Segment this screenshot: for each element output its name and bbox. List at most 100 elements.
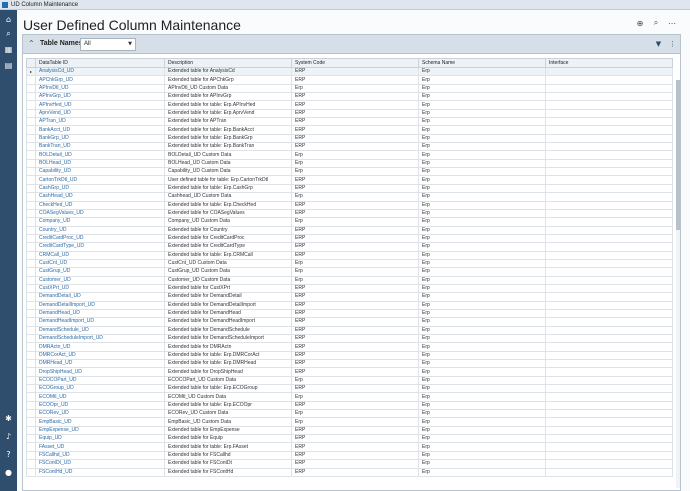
row-selector[interactable] xyxy=(26,167,36,177)
table-row[interactable]: ECOOpr_UD Extended table for table: Erp.E… xyxy=(26,400,673,411)
table-row[interactable]: BankTran_UD Extended table for table: Erp… xyxy=(26,142,673,152)
datatable-id-link[interactable]: Equip_UD xyxy=(35,434,165,444)
row-selector[interactable] xyxy=(26,267,36,277)
table-row[interactable]: DemandSchedule_UD Extended table for Dema… xyxy=(26,325,673,336)
datatable-id-link[interactable]: EmpExpense_UD xyxy=(35,425,165,436)
datatable-id-link[interactable]: COASegValues_UD xyxy=(35,208,165,219)
table-row[interactable]: CreditCardType_UD Extended table for Cred… xyxy=(26,242,673,252)
row-selector[interactable] xyxy=(26,150,36,160)
table-row[interactable]: CheckHed_UD Extended table for table: Erp… xyxy=(26,200,673,210)
table-row[interactable]: CashHead_UD Cashhead_UD Custom Data Erp Erp xyxy=(26,192,673,202)
row-selector[interactable] xyxy=(26,250,36,260)
grid-icon[interactable]: ▦ xyxy=(3,44,14,55)
row-selector[interactable] xyxy=(26,442,36,452)
table-row[interactable]: CustCnt_UD CustCnt_UD Custom Data Erp Erp xyxy=(26,258,673,269)
table-names-filter-select[interactable]: All ▼ xyxy=(80,38,136,51)
row-selector[interactable] xyxy=(26,117,36,127)
row-selector[interactable] xyxy=(26,450,36,461)
table-row[interactable]: ▸ AnalysisCd_UD Extended table for Analysi… xyxy=(26,66,673,77)
datatable-id-link[interactable]: CustGrup_UD xyxy=(35,267,165,277)
table-row[interactable]: CartonTrkDtl_UD User defined table for ta… xyxy=(26,175,673,185)
datatable-id-link[interactable]: CustXPrt_UD xyxy=(35,283,165,294)
datatable-id-link[interactable]: DMRActn_UD xyxy=(35,342,165,352)
row-selector[interactable] xyxy=(26,400,36,411)
row-selector[interactable] xyxy=(26,308,36,319)
table-row[interactable]: APInvGrp_UD Extended table for APInvGrp ER… xyxy=(26,92,673,102)
datatable-id-link[interactable]: DMRCorAct_UD xyxy=(35,350,165,361)
datatable-id-link[interactable]: BankAcct_UD xyxy=(35,125,165,135)
column-header[interactable]: Description xyxy=(164,58,292,68)
table-row[interactable]: DemandDetail_UD Extended table for Demand… xyxy=(26,292,673,302)
table-row[interactable]: Capability_UD Capability_UD Custom Data Er… xyxy=(26,167,673,177)
datatable-id-link[interactable]: FSCallhd_UD xyxy=(35,450,165,461)
datatable-id-link[interactable]: CustCnt_UD xyxy=(35,258,165,269)
datatable-id-link[interactable]: CartonTrkDtl_UD xyxy=(35,175,165,185)
table-row[interactable]: DropShipHead_UD Extended table for DropSh… xyxy=(26,367,673,377)
row-selector[interactable] xyxy=(26,317,36,327)
datatable-id-link[interactable]: BankGrp_UD xyxy=(35,133,165,144)
table-row[interactable]: ECOGroup_UD Extended table for table: Erp… xyxy=(26,384,673,394)
table-row[interactable]: DemandHead_UD Extended table for DemandHe… xyxy=(26,308,673,319)
row-selector[interactable] xyxy=(26,417,36,427)
row-selector[interactable] xyxy=(26,175,36,185)
datatable-id-link[interactable]: BankTran_UD xyxy=(35,142,165,152)
table-row[interactable]: CustGrup_UD CustGrup_UD Custom Data Erp Erp xyxy=(26,267,673,277)
table-row[interactable]: DemandDetailImport_UD Extended table for … xyxy=(26,300,673,310)
vertical-scrollbar[interactable] xyxy=(676,80,680,488)
datatable-id-link[interactable]: DemandHeadImport_UD xyxy=(35,317,165,327)
column-header[interactable]: System Code xyxy=(291,58,419,68)
row-selector[interactable] xyxy=(26,292,36,302)
row-selector[interactable] xyxy=(26,100,36,110)
datatable-id-link[interactable]: APTran_UD xyxy=(35,117,165,127)
row-selector[interactable] xyxy=(26,208,36,219)
datatable-id-link[interactable]: ECOOpr_UD xyxy=(35,400,165,411)
datatable-id-link[interactable]: DMRHead_UD xyxy=(35,359,165,369)
row-selector[interactable] xyxy=(26,75,36,85)
table-row[interactable]: DemandScheduleImport_UD Extended table fo… xyxy=(26,333,673,344)
table-row[interactable]: APInvHed_UD Extended table for table: Erp… xyxy=(26,100,673,110)
table-row[interactable]: FSContHd_UD Extended table for FSContHd ER… xyxy=(26,467,673,477)
table-row[interactable]: FSCallhd_UD Extended table for FSCallhd ER… xyxy=(26,450,673,461)
table-row[interactable]: DemandHeadImport_UD Extended table for De… xyxy=(26,317,673,327)
row-selector[interactable] xyxy=(26,375,36,386)
dashboard-icon[interactable]: ▤ xyxy=(3,60,14,71)
row-selector[interactable] xyxy=(26,350,36,361)
more-icon[interactable]: ⋯ xyxy=(667,18,677,28)
datatable-id-link[interactable]: BOLDetail_UD xyxy=(35,150,165,160)
row-selector[interactable] xyxy=(26,409,36,419)
filter-icon[interactable]: ▼ xyxy=(654,39,663,49)
row-selector[interactable] xyxy=(26,333,36,344)
row-selector[interactable] xyxy=(26,83,36,94)
datatable-id-link[interactable]: CreditCardProc_UD xyxy=(35,233,165,244)
table-row[interactable]: EmpExpense_UD Extended table for EmpExpen… xyxy=(26,425,673,436)
datatable-id-link[interactable]: EmpBasic_UD xyxy=(35,417,165,427)
datatable-id-link[interactable]: APInvGrp_UD xyxy=(35,92,165,102)
datatable-id-link[interactable]: CreditCardType_UD xyxy=(35,242,165,252)
datatable-id-link[interactable]: BOLHead_UD xyxy=(35,158,165,169)
table-row[interactable]: Equip_UD Extended table for Equip ERP Erp xyxy=(26,434,673,444)
table-row[interactable]: Company_UD Company_UD Custom Data Erp Erp xyxy=(26,217,673,227)
datatable-id-link[interactable]: APInvHed_UD xyxy=(35,100,165,110)
row-selector[interactable] xyxy=(26,425,36,436)
datatable-id-link[interactable]: CheckHed_UD xyxy=(35,200,165,210)
column-header[interactable]: Interface xyxy=(545,58,673,68)
datatable-id-link[interactable]: DemandDetailImport_UD xyxy=(35,300,165,310)
search-icon[interactable]: ⌕ xyxy=(651,18,661,28)
row-selector[interactable] xyxy=(26,133,36,144)
datatable-id-link[interactable]: Country_UD xyxy=(35,225,165,235)
table-row[interactable]: APTran_UD Extended table for APTran ERP Erp xyxy=(26,117,673,127)
row-selector[interactable] xyxy=(26,258,36,269)
column-header[interactable]: Schema Name xyxy=(418,58,546,68)
table-row[interactable]: CustXPrt_UD Extended table for CustXPrt ER… xyxy=(26,283,673,294)
bell-icon[interactable]: ♪ xyxy=(3,431,14,442)
datatable-id-link[interactable]: FSContHd_UD xyxy=(35,467,165,477)
datatable-id-link[interactable]: ECOMtl_UD xyxy=(35,392,165,402)
row-selector[interactable] xyxy=(26,183,36,194)
table-row[interactable]: APChkGrp_UD Extended table for APChkGrp ER… xyxy=(26,75,673,85)
datatable-id-link[interactable]: ECOCOPart_UD xyxy=(35,375,165,386)
row-selector[interactable] xyxy=(26,217,36,227)
row-selector[interactable] xyxy=(26,459,36,469)
table-row[interactable]: COASegValues_UD Extended table for COASeg… xyxy=(26,208,673,219)
table-row[interactable]: CashGrp_UD Extended table for table: Erp.… xyxy=(26,183,673,194)
row-selector[interactable] xyxy=(26,92,36,102)
